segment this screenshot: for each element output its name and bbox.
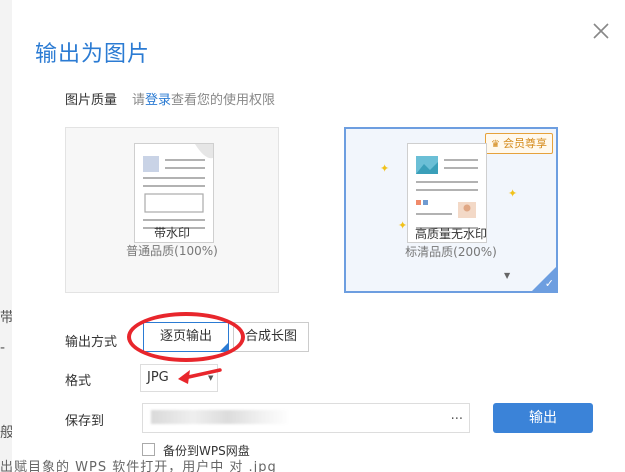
mode-per-page-button[interactable]: 逐页输出 bbox=[143, 322, 229, 352]
quality-hint-suffix: 查看您的使用权限 bbox=[171, 93, 276, 108]
quality-option-watermark[interactable]: 带水印 普通品质(100%) bbox=[65, 127, 279, 293]
sparkle-icon: ✦ bbox=[508, 187, 518, 200]
chevron-down-icon[interactable]: ▼ bbox=[504, 271, 510, 280]
vip-badge: ♛ 会员尊享 bbox=[485, 133, 553, 154]
background-document-text: 出赋目象的 WPS 软件打开，用户中 对 .jpg bbox=[0, 460, 277, 472]
quality-hint: 请登录查看您的使用权限 bbox=[132, 89, 275, 108]
selected-corner bbox=[220, 343, 228, 351]
format-label: 格式 bbox=[65, 374, 92, 389]
save-path-redacted bbox=[151, 410, 291, 424]
format-value: JPG bbox=[147, 370, 169, 385]
backup-checkbox[interactable] bbox=[142, 443, 155, 456]
check-icon: ✓ bbox=[544, 277, 554, 290]
export-image-dialog: 输出为图片 图片质量 请登录查看您的使用权限 带水印 普通品质(100%) ♛ 会… bbox=[12, 0, 625, 472]
hq-option-sub: 标清品质(200%) bbox=[405, 245, 497, 259]
mode-long-image-label: 合成长图 bbox=[244, 329, 297, 344]
crown-icon: ♛ bbox=[491, 139, 500, 150]
export-button[interactable]: 输出 bbox=[493, 403, 593, 433]
sparkle-icon: ✦ bbox=[380, 162, 390, 175]
browse-button[interactable]: ... bbox=[451, 408, 463, 423]
background-document-strip: 带 - 般 bbox=[0, 0, 14, 472]
quality-label: 图片质量 bbox=[65, 93, 118, 108]
login-link[interactable]: 登录 bbox=[145, 93, 171, 108]
mode-long-image-button[interactable]: 合成长图 bbox=[233, 322, 309, 352]
output-mode-label: 输出方式 bbox=[65, 335, 118, 350]
watermark-option-sub: 普通品质(100%) bbox=[126, 244, 218, 258]
watermark-option-name: 带水印 bbox=[153, 226, 190, 240]
save-path-input[interactable]: ... bbox=[142, 403, 470, 433]
chevron-down-icon[interactable]: ▼ bbox=[208, 374, 213, 382]
close-icon[interactable] bbox=[590, 20, 612, 42]
vip-badge-label: 会员尊享 bbox=[503, 137, 547, 150]
quality-option-hq[interactable]: ♛ 会员尊享 ✦ ✦ ✦ 高质量无水印 标清品质(200%) ▼ ✓ bbox=[344, 127, 558, 293]
hq-option-name: 高质量无水印 bbox=[414, 227, 487, 241]
mode-per-page-label: 逐页输出 bbox=[159, 329, 212, 344]
save-to-label: 保存到 bbox=[65, 414, 105, 429]
format-select[interactable]: JPG bbox=[140, 364, 218, 392]
quality-hint-prefix: 请 bbox=[132, 93, 146, 108]
dialog-title: 输出为图片 bbox=[35, 42, 151, 67]
background-char: - bbox=[0, 340, 6, 356]
